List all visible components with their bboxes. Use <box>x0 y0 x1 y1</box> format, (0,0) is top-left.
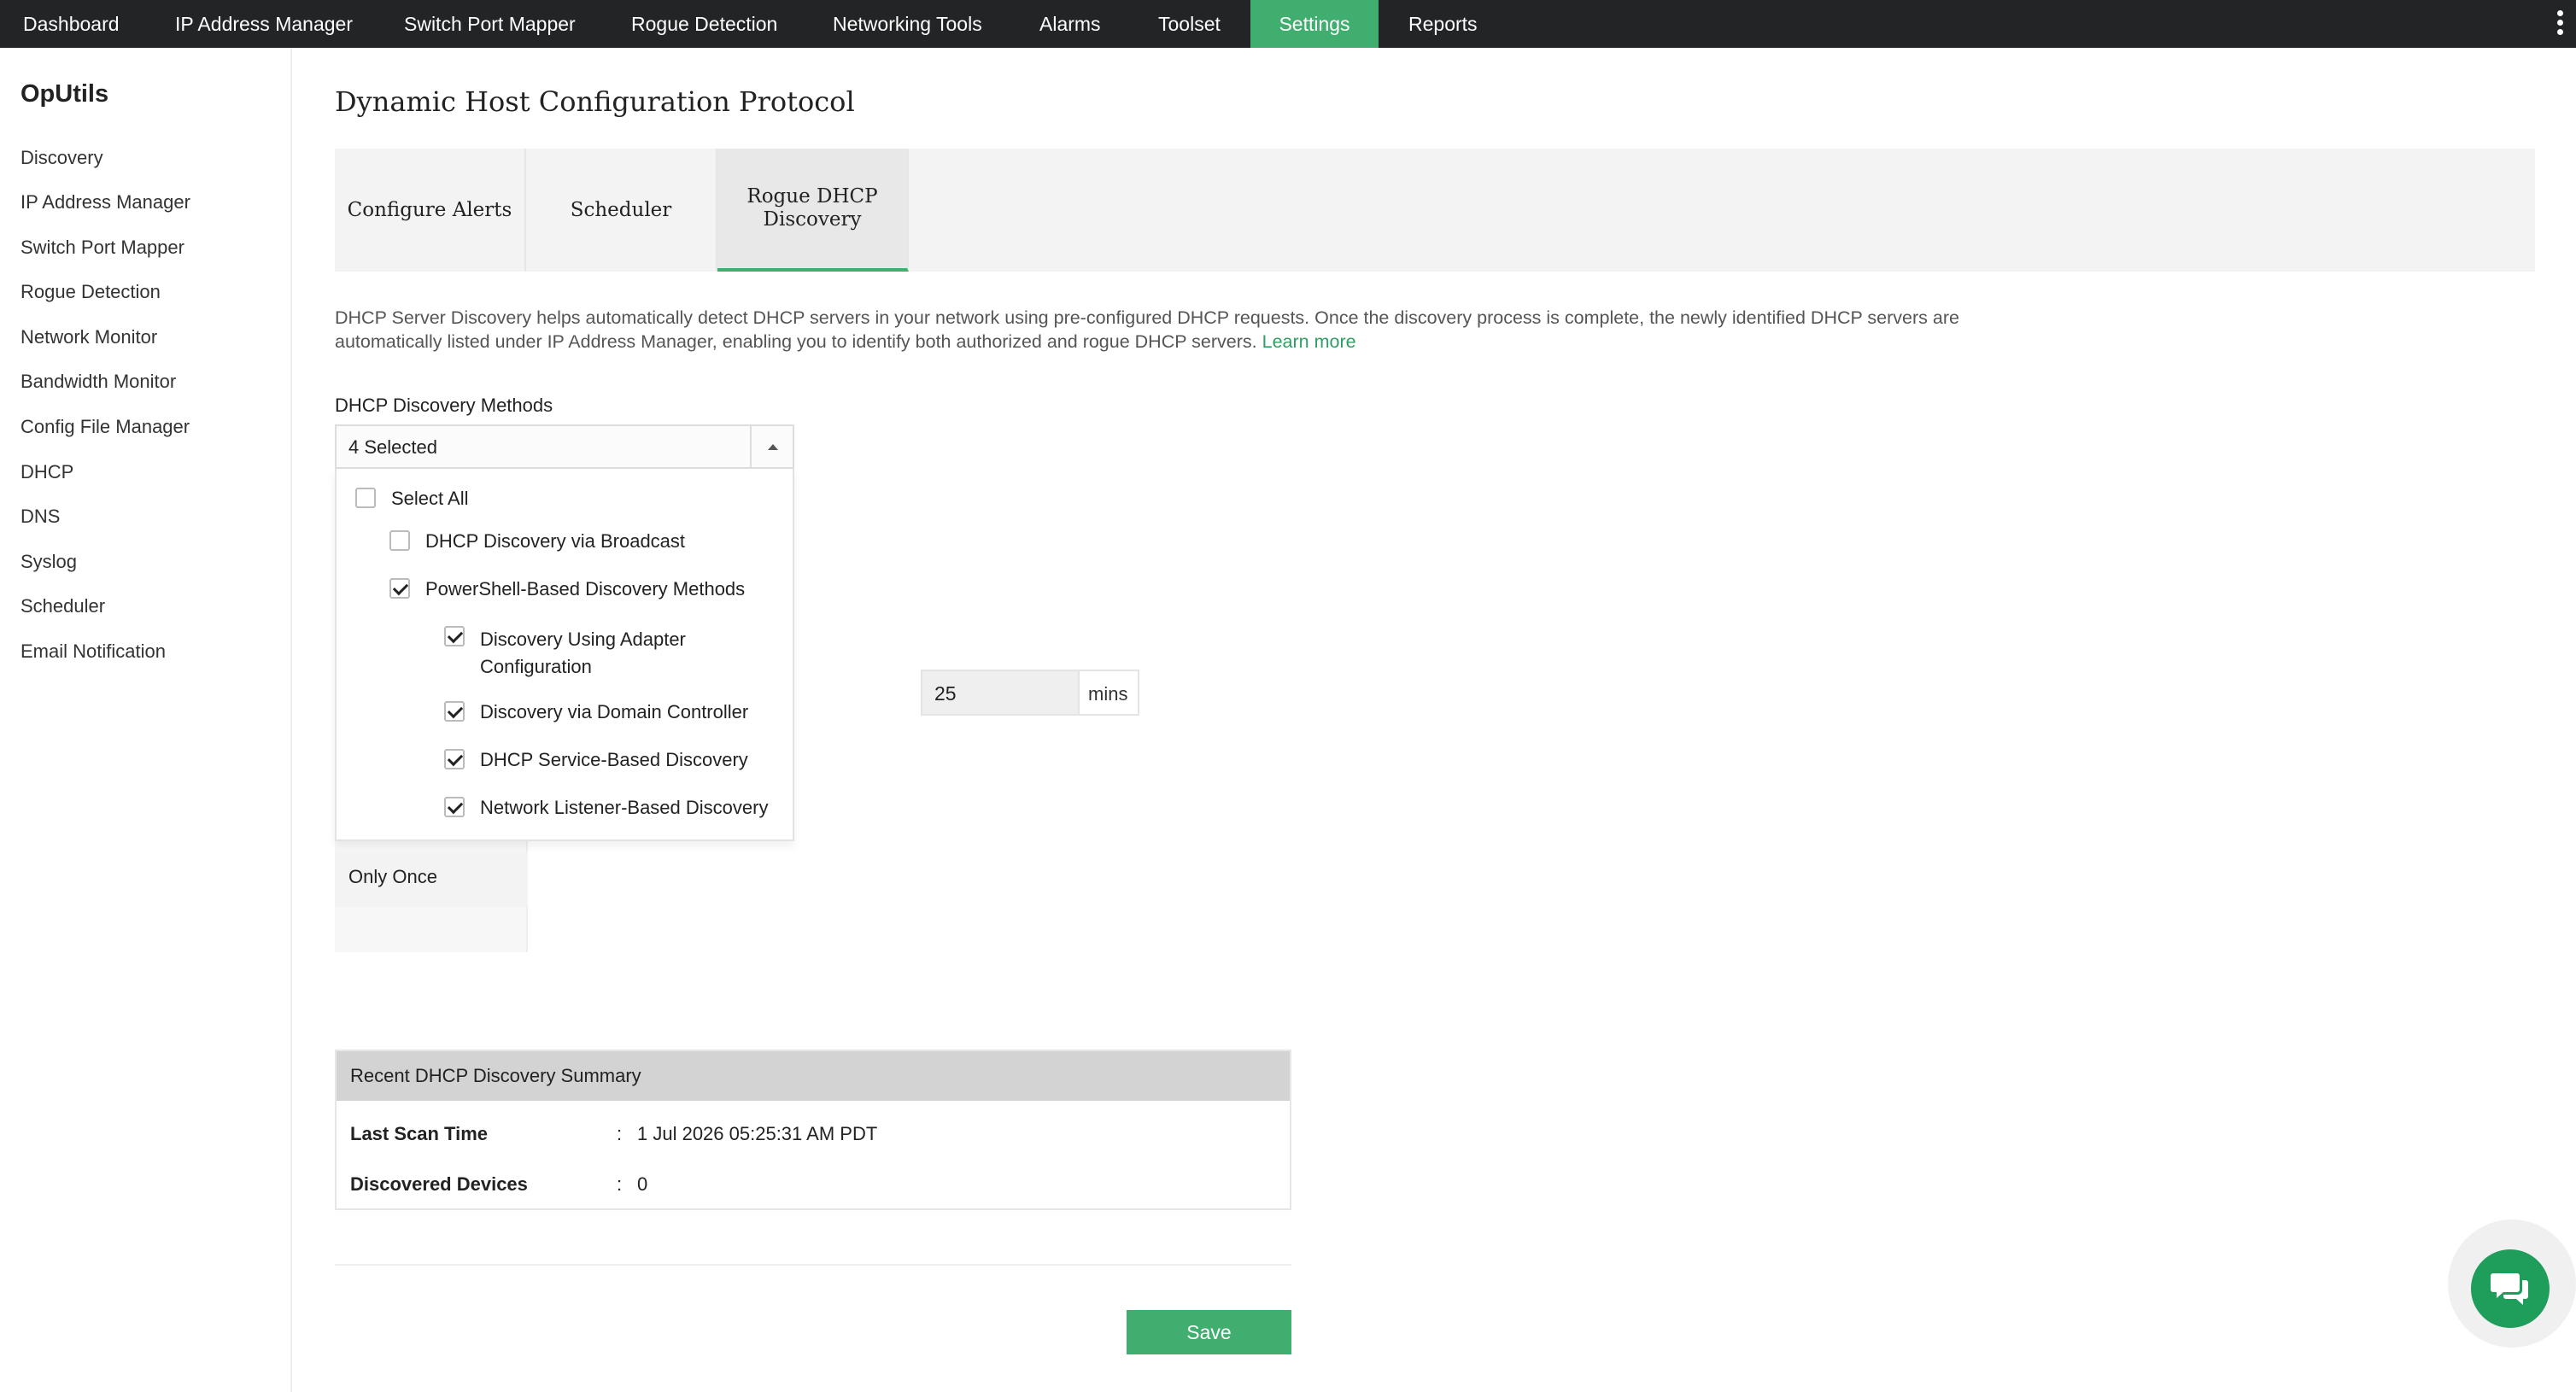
tab-rogue-dhcp-discovery[interactable]: Rogue DHCP Discovery <box>717 149 909 272</box>
nav-ip-address-manager[interactable]: IP Address Manager <box>175 0 372 48</box>
description-text: DHCP Server Discovery helps automaticall… <box>335 306 2043 354</box>
interval-input[interactable]: 25 <box>921 670 1080 716</box>
sidebar-item-ip-address-manager[interactable]: IP Address Manager <box>20 191 190 213</box>
sidebar-item-dns[interactable]: DNS <box>20 506 60 528</box>
checkbox-powershell-methods[interactable] <box>389 578 410 599</box>
summary-label-discovered-devices: Discovered Devices <box>350 1173 528 1195</box>
sidebar-item-bandwidth-monitor[interactable]: Bandwidth Monitor <box>20 371 176 393</box>
sidebar-brand: OpUtils <box>20 80 109 108</box>
interval-unit: mins <box>1078 670 1139 716</box>
nav-toolset[interactable]: Toolset <box>1158 0 1239 48</box>
nav-switch-port-mapper[interactable]: Switch Port Mapper <box>404 0 594 48</box>
discovery-methods-label: DHCP Discovery Methods <box>335 395 553 416</box>
summary-separator: : <box>617 1173 623 1195</box>
checkbox-select-all[interactable] <box>355 488 376 508</box>
nav-reports[interactable]: Reports <box>1408 0 1496 48</box>
tab-scheduler[interactable]: Scheduler <box>526 149 717 272</box>
sidebar: OpUtils Discovery IP Address Manager Swi… <box>0 48 292 1392</box>
discovery-methods-dropdown: Select All DHCP Discovery via Broadcast … <box>335 469 794 841</box>
option-dhcp-broadcast[interactable]: DHCP Discovery via Broadcast <box>425 530 685 553</box>
chat-bubbles-icon[interactable] <box>2471 1249 2550 1328</box>
sidebar-item-rogue-detection[interactable]: Rogue Detection <box>20 281 161 303</box>
checkbox-dhcp-service[interactable] <box>444 749 465 769</box>
discovery-summary: Recent DHCP Discovery Summary Last Scan … <box>335 1050 1291 1210</box>
nav-alarms[interactable]: Alarms <box>1039 0 1120 48</box>
tab-configure-alerts[interactable]: Configure Alerts <box>335 149 526 272</box>
checkbox-network-listener[interactable] <box>444 797 465 817</box>
top-navigation: Dashboard IP Address Manager Switch Port… <box>0 0 2576 48</box>
learn-more-link[interactable]: Learn more <box>1262 331 1356 352</box>
checkbox-domain-controller[interactable] <box>444 701 465 722</box>
option-powershell-methods[interactable]: PowerShell-Based Discovery Methods <box>425 578 745 600</box>
divider <box>335 1264 1291 1266</box>
select-value: 4 Selected <box>348 436 437 458</box>
checkbox-dhcp-broadcast[interactable] <box>389 530 410 551</box>
save-button[interactable]: Save <box>1127 1310 1291 1354</box>
option-select-all[interactable]: Select All <box>391 488 469 510</box>
interval-value: 25 <box>934 682 957 705</box>
sidebar-item-switch-port-mapper[interactable]: Switch Port Mapper <box>20 237 184 259</box>
option-domain-controller[interactable]: Discovery via Domain Controller <box>480 701 748 723</box>
sidebar-item-network-monitor[interactable]: Network Monitor <box>20 326 157 348</box>
summary-label-last-scan: Last Scan Time <box>350 1123 488 1144</box>
option-network-listener[interactable]: Network Listener-Based Discovery <box>480 797 768 819</box>
sidebar-item-scheduler[interactable]: Scheduler <box>20 595 105 617</box>
option-adapter-configuration[interactable]: Discovery Using Adapter Configuration <box>480 626 770 681</box>
tab-label: Configure Alerts <box>347 198 512 221</box>
sidebar-item-dhcp[interactable]: DHCP <box>20 461 73 483</box>
description-body: DHCP Server Discovery helps automaticall… <box>335 307 1959 352</box>
page-title: Dynamic Host Configuration Protocol <box>335 85 855 118</box>
tab-bar: Configure Alerts Scheduler Rogue DHCP Di… <box>335 149 2535 272</box>
summary-value-discovered-devices: 0 <box>637 1173 648 1195</box>
kebab-menu-icon[interactable] <box>2556 7 2564 41</box>
nav-dashboard[interactable]: Dashboard <box>23 0 138 48</box>
sidebar-item-syslog[interactable]: Syslog <box>20 551 77 573</box>
summary-separator: : <box>617 1123 623 1144</box>
checkbox-adapter-configuration[interactable] <box>444 626 465 646</box>
schedule-option-only-once[interactable]: Only Once <box>335 852 528 907</box>
option-dhcp-service[interactable]: DHCP Service-Based Discovery <box>480 749 748 771</box>
discovery-methods-select[interactable]: 4 Selected <box>335 424 794 469</box>
summary-value-last-scan: 1 Jul 2026 05:25:31 AM PDT <box>637 1123 878 1144</box>
sidebar-item-discovery[interactable]: Discovery <box>20 147 103 169</box>
summary-heading: Recent DHCP Discovery Summary <box>337 1051 1290 1101</box>
tab-label: Rogue DHCP Discovery <box>746 185 878 231</box>
sidebar-item-email-notification[interactable]: Email Notification <box>20 640 166 663</box>
nav-settings[interactable]: Settings <box>1250 0 1379 48</box>
nav-rogue-detection[interactable]: Rogue Detection <box>631 0 796 48</box>
caret-up-icon[interactable] <box>750 426 793 467</box>
nav-networking-tools[interactable]: Networking Tools <box>833 0 1001 48</box>
tab-label: Scheduler <box>570 198 672 221</box>
sidebar-item-config-file-manager[interactable]: Config File Manager <box>20 416 190 438</box>
